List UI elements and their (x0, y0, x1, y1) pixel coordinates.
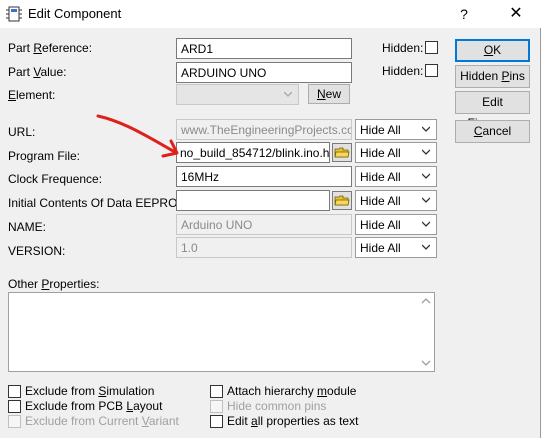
cancel-button[interactable]: Cancel (455, 120, 530, 143)
program-file-visibility-select[interactable]: Hide All (355, 142, 437, 163)
component-icon (6, 6, 22, 22)
exclude-simulation-checkbox[interactable] (8, 385, 21, 398)
eeprom-label: Initial Contents Of Data EEPROM: (8, 196, 191, 210)
chevron-down-icon (422, 197, 430, 203)
attach-hierarchy-label: Attach hierarchy module (227, 384, 357, 398)
edit-firmware-button[interactable]: Edit Firmware (455, 91, 530, 130)
part-reference-label: Part Reference: (8, 41, 93, 55)
hidden-pins-button[interactable]: Hidden Pins (455, 65, 530, 88)
scroll-up-icon[interactable] (420, 296, 432, 306)
part-reference-hidden-label: Hidden: (382, 41, 424, 55)
exclude-simulation-label: Exclude from Simulation (25, 384, 155, 398)
chevron-down-icon (284, 91, 292, 97)
version-visibility-select[interactable]: Hide All (355, 237, 437, 258)
exclude-variant-checkbox[interactable] (8, 415, 21, 428)
url-visibility-select[interactable]: Hide All (355, 119, 437, 140)
name-visibility-select[interactable]: Hide All (355, 214, 437, 235)
folder-icon (334, 147, 350, 158)
element-select[interactable] (176, 84, 299, 105)
chevron-down-icon (422, 221, 430, 227)
other-properties-textarea[interactable] (8, 292, 435, 372)
hide-common-pins-checkbox[interactable] (210, 400, 223, 413)
version-input[interactable]: 1.0 (176, 237, 352, 258)
chevron-down-icon (422, 149, 430, 155)
url-input[interactable]: www.TheEngineeringProjects.com (176, 119, 352, 140)
edit-all-text-checkbox[interactable] (210, 415, 223, 428)
attach-hierarchy-checkbox[interactable] (210, 385, 223, 398)
url-label: URL: (8, 125, 36, 139)
hide-common-pins-label: Hide common pins (227, 399, 327, 413)
other-properties-label: Other Properties: (8, 277, 100, 291)
folder-icon (334, 195, 350, 206)
new-element-button[interactable]: New (308, 84, 350, 104)
part-value-hidden-label: Hidden: (382, 64, 424, 78)
clock-frequence-visibility-select[interactable]: Hide All (355, 166, 437, 187)
program-file-browse-button[interactable] (332, 143, 352, 162)
eeprom-input[interactable] (176, 190, 330, 211)
edit-component-dialog: Edit Component ? ✕ Part Reference: ARD1 … (0, 0, 541, 438)
version-label: VERSION: (8, 244, 66, 258)
name-input[interactable]: Arduino UNO (176, 214, 352, 235)
help-button[interactable]: ? (446, 0, 482, 28)
element-label: Element: (8, 88, 56, 102)
clock-frequence-label: Clock Frequence: (8, 172, 103, 186)
annotation-arrow (96, 114, 179, 158)
scroll-down-icon[interactable] (420, 358, 432, 368)
exclude-variant-label: Exclude from Current Variant (25, 414, 179, 428)
part-reference-input[interactable]: ARD1 (176, 38, 352, 59)
clock-frequence-input[interactable]: 16MHz (176, 166, 352, 187)
ok-button[interactable]: OK (455, 39, 530, 62)
edit-all-text-label: Edit all properties as text (227, 414, 359, 428)
close-button[interactable]: ✕ (498, 0, 534, 28)
program-file-input[interactable]: no_build_854712/blink.ino.hex (176, 142, 330, 163)
part-value-input[interactable]: ARDUINO UNO (176, 62, 352, 83)
exclude-pcb-label: Exclude from PCB Layout (25, 399, 163, 413)
part-value-label: Part Value: (8, 65, 67, 79)
chevron-down-icon (422, 126, 430, 132)
part-value-hidden-checkbox[interactable] (425, 64, 438, 77)
eeprom-visibility-select[interactable]: Hide All (355, 190, 437, 211)
exclude-pcb-checkbox[interactable] (8, 400, 21, 413)
title-bar: Edit Component ? ✕ (0, 0, 541, 28)
name-label: NAME: (8, 220, 47, 234)
window-title: Edit Component (28, 6, 122, 21)
chevron-down-icon (422, 244, 430, 250)
program-file-label: Program File: (8, 149, 81, 163)
part-reference-hidden-checkbox[interactable] (425, 41, 438, 54)
eeprom-browse-button[interactable] (332, 191, 352, 210)
chevron-down-icon (422, 173, 430, 179)
